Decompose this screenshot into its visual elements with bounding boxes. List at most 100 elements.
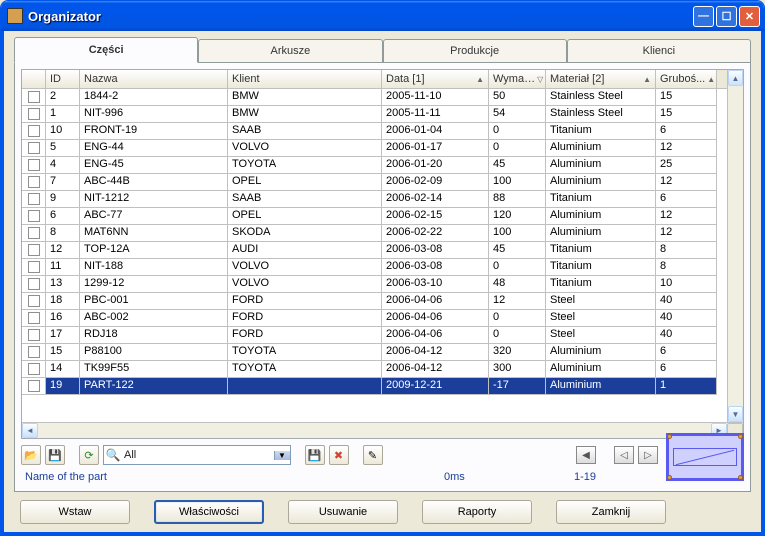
titlebar[interactable]: Organizator — ☐ ✕ bbox=[1, 1, 764, 31]
row-checkbox[interactable] bbox=[22, 378, 46, 395]
row-checkbox[interactable] bbox=[22, 123, 46, 140]
cell-material: Steel bbox=[546, 310, 656, 327]
close-window-button[interactable]: ✕ bbox=[739, 6, 760, 27]
properties-button[interactable]: Właściwości bbox=[154, 500, 264, 524]
nav-next-button[interactable]: ▷ bbox=[638, 446, 658, 464]
row-checkbox[interactable] bbox=[22, 157, 46, 174]
cell-wyma: 0 bbox=[489, 259, 546, 276]
nav-prev-button[interactable]: ◁ bbox=[614, 446, 634, 464]
refresh-button[interactable]: ⟳ bbox=[79, 445, 99, 465]
table-row[interactable]: 16ABC-002FORD2006-04-060Steel40 bbox=[22, 310, 727, 327]
vertical-scrollbar[interactable]: ▲ ▼ bbox=[727, 70, 743, 422]
table-row[interactable]: 8MAT6NNSKODA2006-02-22100Aluminium12 bbox=[22, 225, 727, 242]
cell-id: 11 bbox=[46, 259, 80, 276]
row-checkbox[interactable] bbox=[22, 310, 46, 327]
cell-klient: VOLVO bbox=[228, 259, 382, 276]
column-data[interactable]: Data [1]▲ bbox=[382, 70, 489, 88]
row-checkbox[interactable] bbox=[22, 140, 46, 157]
table-row[interactable]: 15P88100TOYOTA2006-04-12320Aluminium6 bbox=[22, 344, 727, 361]
column-material[interactable]: Materiał [2]▲ bbox=[546, 70, 656, 88]
row-checkbox[interactable] bbox=[22, 191, 46, 208]
dropdown-icon[interactable]: ▼ bbox=[274, 451, 290, 460]
cell-material: Steel bbox=[546, 327, 656, 344]
save2-button[interactable]: 💾 bbox=[305, 445, 325, 465]
grid-body[interactable]: 21844-2BMW2005-11-1050Stainless Steel151… bbox=[22, 89, 727, 422]
cell-grubosc: 25 bbox=[656, 157, 717, 174]
column-id[interactable]: ID bbox=[46, 70, 80, 88]
row-checkbox[interactable] bbox=[22, 327, 46, 344]
close-button[interactable]: Zamknij bbox=[556, 500, 666, 524]
tab-sheets[interactable]: Arkusze bbox=[198, 39, 382, 63]
delete-icon-button[interactable]: ✖ bbox=[329, 445, 349, 465]
table-row[interactable]: 5ENG-44VOLVO2006-01-170Aluminium12 bbox=[22, 140, 727, 157]
reports-button[interactable]: Raporty bbox=[422, 500, 532, 524]
column-wyma[interactable]: Wyma…▽ bbox=[489, 70, 546, 88]
insert-button[interactable]: Wstaw bbox=[20, 500, 130, 524]
table-row[interactable]: 14TK99F55TOYOTA2006-04-12300Aluminium6 bbox=[22, 361, 727, 378]
table-row[interactable]: 12TOP-12AAUDI2006-03-0845Titanium8 bbox=[22, 242, 727, 259]
status-bar: Name of the part 0ms 1-19 bbox=[21, 469, 658, 485]
nav-first-button[interactable]: ◀ bbox=[576, 446, 596, 464]
cell-wyma: 120 bbox=[489, 208, 546, 225]
cell-wyma: 100 bbox=[489, 174, 546, 191]
table-row[interactable]: 1NIT-996BMW2005-11-1154Stainless Steel15 bbox=[22, 106, 727, 123]
app-icon bbox=[7, 8, 23, 24]
tab-clients[interactable]: Klienci bbox=[567, 39, 751, 63]
row-checkbox[interactable] bbox=[22, 106, 46, 123]
cell-material: Stainless Steel bbox=[546, 89, 656, 106]
cell-nazwa: PBC-001 bbox=[80, 293, 228, 310]
row-checkbox[interactable] bbox=[22, 344, 46, 361]
cell-id: 1 bbox=[46, 106, 80, 123]
table-row[interactable]: 9NIT-1212SAAB2006-02-1488Titanium6 bbox=[22, 191, 727, 208]
cell-klient: FORD bbox=[228, 310, 382, 327]
row-checkbox[interactable] bbox=[22, 259, 46, 276]
filter-combo[interactable]: 🔍 All ▼ bbox=[103, 445, 291, 465]
row-checkbox[interactable] bbox=[22, 174, 46, 191]
table-row[interactable]: 131299-12VOLVO2006-03-1048Titanium10 bbox=[22, 276, 727, 293]
column-grubosc[interactable]: Gruboś...▲ bbox=[656, 70, 717, 88]
maximize-button[interactable]: ☐ bbox=[716, 6, 737, 27]
cell-klient: VOLVO bbox=[228, 140, 382, 157]
tab-productions[interactable]: Produkcje bbox=[383, 39, 567, 63]
open-button[interactable]: 📂 bbox=[21, 445, 41, 465]
scroll-left-button[interactable]: ◄ bbox=[22, 423, 38, 438]
table-row[interactable]: 7ABC-44BOPEL2006-02-09100Aluminium12 bbox=[22, 174, 727, 191]
scroll-down-button[interactable]: ▼ bbox=[728, 406, 743, 422]
cell-material: Titanium bbox=[546, 276, 656, 293]
sort-icon: ▽ bbox=[537, 75, 543, 84]
column-klient[interactable]: Klient bbox=[228, 70, 382, 88]
row-checkbox[interactable] bbox=[22, 225, 46, 242]
table-row[interactable]: 6ABC-77OPEL2006-02-15120Aluminium12 bbox=[22, 208, 727, 225]
column-checkbox[interactable] bbox=[22, 70, 46, 88]
minimize-button[interactable]: — bbox=[693, 6, 714, 27]
row-checkbox[interactable] bbox=[22, 361, 46, 378]
tab-parts[interactable]: Części bbox=[14, 37, 198, 63]
table-row[interactable]: 19PART-1222009-12-21-17Aluminium1 bbox=[22, 378, 727, 395]
column-nazwa[interactable]: Nazwa bbox=[80, 70, 228, 88]
data-grid[interactable]: ID Nazwa Klient Data [1]▲ Wyma…▽ Materia… bbox=[21, 69, 744, 439]
save-button[interactable]: 💾 bbox=[45, 445, 65, 465]
cell-id: 9 bbox=[46, 191, 80, 208]
row-checkbox[interactable] bbox=[22, 242, 46, 259]
table-row[interactable]: 4ENG-45TOYOTA2006-01-2045Aluminium25 bbox=[22, 157, 727, 174]
horizontal-scrollbar[interactable]: ◄ ► bbox=[22, 422, 743, 438]
toolbar: 📂 💾 ⟳ 🔍 All ▼ 💾 ✖ ✎ bbox=[21, 445, 658, 465]
table-row[interactable]: 11NIT-188VOLVO2006-03-080Titanium8 bbox=[22, 259, 727, 276]
table-row[interactable]: 18PBC-001FORD2006-04-0612Steel40 bbox=[22, 293, 727, 310]
row-checkbox[interactable] bbox=[22, 208, 46, 225]
row-checkbox[interactable] bbox=[22, 276, 46, 293]
row-checkbox[interactable] bbox=[22, 293, 46, 310]
table-row[interactable]: 10FRONT-19SAAB2006-01-040Titanium6 bbox=[22, 123, 727, 140]
cell-klient: SAAB bbox=[228, 191, 382, 208]
cell-data: 2006-03-10 bbox=[382, 276, 489, 293]
table-row[interactable]: 17RDJ18FORD2006-04-060Steel40 bbox=[22, 327, 727, 344]
table-row[interactable]: 21844-2BMW2005-11-1050Stainless Steel15 bbox=[22, 89, 727, 106]
cell-nazwa: TK99F55 bbox=[80, 361, 228, 378]
floppy-icon: 💾 bbox=[308, 449, 322, 462]
row-checkbox[interactable] bbox=[22, 89, 46, 106]
scroll-up-button[interactable]: ▲ bbox=[728, 70, 743, 86]
edit-button[interactable]: ✎ bbox=[363, 445, 383, 465]
cell-material: Titanium bbox=[546, 259, 656, 276]
remove-button[interactable]: Usuwanie bbox=[288, 500, 398, 524]
cell-id: 4 bbox=[46, 157, 80, 174]
